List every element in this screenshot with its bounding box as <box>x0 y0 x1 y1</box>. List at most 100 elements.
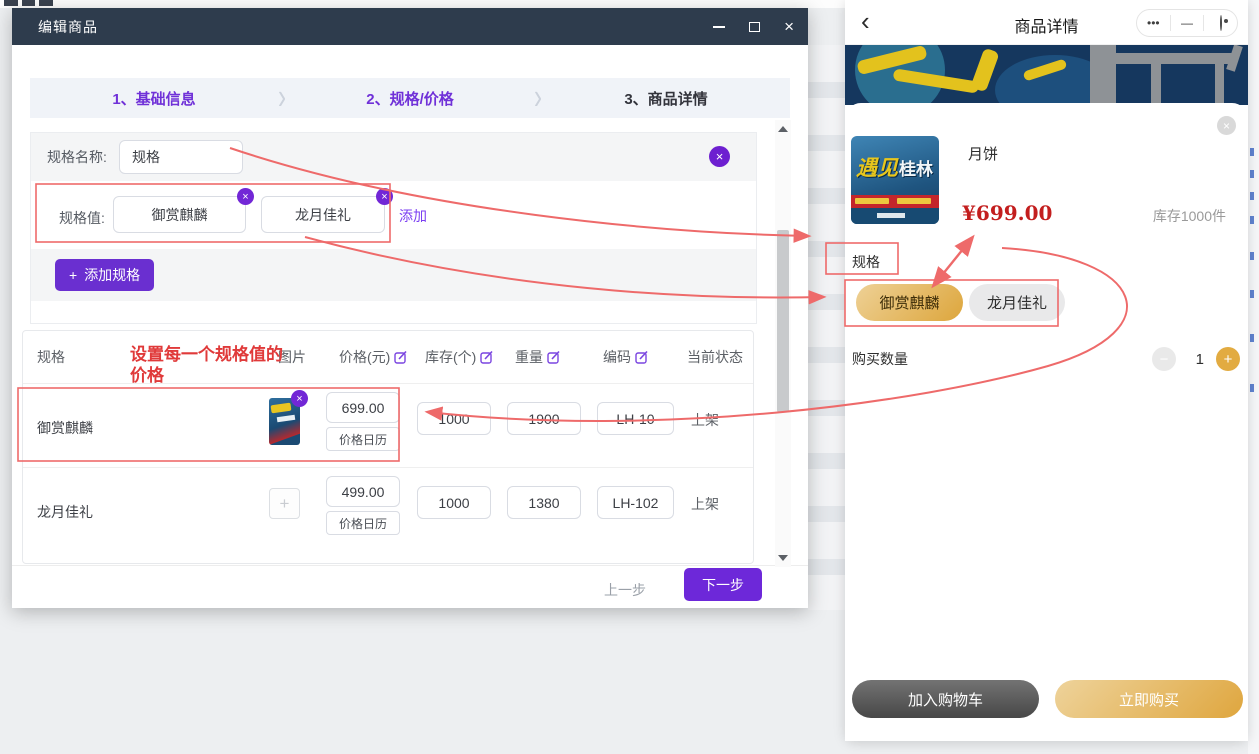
spec-values-row: 规格值: 御赏麒麟 × 龙月佳礼 × 添加 <box>31 181 756 249</box>
quantity-value: 1 <box>1196 351 1204 368</box>
maximize-icon[interactable] <box>749 22 760 32</box>
price-input[interactable]: 499.00 <box>326 476 400 507</box>
spec-value-input-1[interactable]: 御赏麒麟 <box>113 196 246 233</box>
add-value-link[interactable]: 添加 <box>399 206 427 226</box>
close-card-icon[interactable]: × <box>1217 116 1236 135</box>
remove-image-icon[interactable]: × <box>291 390 308 407</box>
product-stock: 库存1000件 <box>1153 206 1226 226</box>
weight-input[interactable]: 1380 <box>507 486 581 519</box>
tab-step-basic-info[interactable]: 1、基础信息 <box>30 88 278 109</box>
modal-title: 编辑商品 <box>38 17 98 37</box>
col-header-stock: 库存(个) <box>425 331 494 383</box>
minimize-icon[interactable] <box>713 26 725 28</box>
price-input[interactable]: 699.00 <box>326 392 400 423</box>
spec-name-input[interactable]: 规格 <box>119 140 243 174</box>
more-menu-icon[interactable]: ••• <box>1137 16 1170 30</box>
col-header-code: 编码 <box>603 331 649 383</box>
page-background-top <box>0 0 845 8</box>
chevron-right-icon: › <box>534 77 542 119</box>
thumb-red-strip <box>851 195 939 208</box>
exit-target-icon[interactable] <box>1204 16 1237 30</box>
quantity-plus-button[interactable]: + <box>1216 347 1240 371</box>
thumb-footer <box>851 208 939 224</box>
product-thumbnail: 遇见 桂林 <box>851 136 939 224</box>
scroll-down-icon[interactable] <box>778 555 788 561</box>
background-text-fragment <box>22 0 35 6</box>
phone-navbar: ‹ 商品详情 ••• — <box>845 0 1248 45</box>
mini-program-preview: ‹ 商品详情 ••• — × <box>845 0 1248 741</box>
spec-option-selected[interactable]: 御赏麒麟 <box>856 284 963 321</box>
spec-option[interactable]: 龙月佳礼 <box>969 284 1065 321</box>
add-spec-button-label: 添加规格 <box>84 265 140 285</box>
spec-value-label: 规格值: <box>59 208 105 228</box>
background-text-fragment <box>4 0 18 6</box>
next-step-button[interactable]: 下一步 <box>684 568 762 601</box>
modal-scrollbar[interactable] <box>775 120 791 567</box>
stock-input[interactable]: 1000 <box>417 486 491 519</box>
step-wizard: 1、基础信息 › 2、规格/价格 › 3、商品详情 <box>30 78 790 118</box>
quantity-minus-button[interactable]: − <box>1152 347 1176 371</box>
status-badge: 上架 <box>691 494 719 514</box>
miniprogram-capsule: ••• — <box>1136 9 1238 37</box>
chevron-right-icon: › <box>278 77 286 119</box>
edit-icon[interactable] <box>480 350 494 364</box>
background-table-stripes <box>808 45 845 610</box>
scrollbar-thumb[interactable] <box>777 230 789 412</box>
remove-value-icon[interactable]: × <box>376 188 393 205</box>
background-link-fragment <box>1250 334 1254 342</box>
close-icon[interactable]: × <box>784 18 794 35</box>
product-price: ¥699.00 <box>962 201 1052 225</box>
col-header-status: 当前状态 <box>687 331 743 383</box>
spec-value-input-2[interactable]: 龙月佳礼 <box>261 196 385 233</box>
product-card: × 遇见 桂林 月饼 ¥699.00 库存1000件 规格 御赏麒麟 龙月佳礼 … <box>845 103 1248 741</box>
background-link-fragment <box>1250 252 1254 260</box>
add-to-cart-button[interactable]: 加入购物车 <box>852 680 1039 718</box>
background-text-fragment <box>39 0 53 6</box>
edit-icon[interactable] <box>394 350 408 364</box>
spec-name-row: 规格名称: 规格 × <box>31 133 756 181</box>
background-link-fragment <box>1250 192 1254 200</box>
stock-input[interactable]: 1000 <box>417 402 491 435</box>
col-header-spec: 规格 <box>37 331 65 383</box>
modal-header[interactable]: 编辑商品 × <box>12 8 808 45</box>
background-link-fragment <box>1250 148 1254 156</box>
code-input[interactable]: LH-10 <box>597 402 674 435</box>
price-calendar-button[interactable]: 价格日历 <box>326 511 400 535</box>
add-spec-button[interactable]: + 添加规格 <box>55 259 154 291</box>
scroll-up-icon[interactable] <box>778 126 788 132</box>
edit-product-modal: 编辑商品 × 1、基础信息 › 2、规格/价格 › 3、商品详情 规格名称: 规… <box>12 8 808 608</box>
spec-label: 规格 <box>852 252 880 272</box>
buy-now-button[interactable]: 立即购买 <box>1055 680 1243 718</box>
window-controls: × <box>713 8 794 45</box>
background-link-fragment <box>1250 216 1254 224</box>
upload-image-button[interactable]: + <box>269 488 300 519</box>
screen: 编辑商品 × 1、基础信息 › 2、规格/价格 › 3、商品详情 规格名称: 规… <box>0 0 1259 754</box>
status-badge: 上架 <box>691 410 719 430</box>
weight-input[interactable]: 1900 <box>507 402 581 435</box>
product-banner-image <box>845 45 1248 105</box>
background-link-fragment <box>1250 384 1254 392</box>
quantity-label: 购买数量 <box>852 349 908 369</box>
tab-step-spec-price[interactable]: 2、规格/价格 <box>286 88 534 109</box>
edit-icon[interactable] <box>635 350 649 364</box>
spec-panel: 规格名称: 规格 × 规格值: 御赏麒麟 × 龙月佳礼 × 添加 + 添加规格 <box>30 132 757 324</box>
plus-icon: + <box>69 267 77 283</box>
price-calendar-button[interactable]: 价格日历 <box>326 427 400 451</box>
remove-value-icon[interactable]: × <box>237 188 254 205</box>
background-link-fragment <box>1250 170 1254 178</box>
col-header-weight: 重量 <box>515 331 561 383</box>
annotation-note: 设置每一个规格值的 价格 <box>130 344 283 386</box>
minimize-icon[interactable]: — <box>1171 16 1204 30</box>
edit-icon[interactable] <box>547 350 561 364</box>
page-right-strip <box>1248 0 1259 754</box>
row-spec-name: 龙月佳礼 <box>37 502 93 522</box>
footer-divider <box>12 565 808 566</box>
code-input[interactable]: LH-102 <box>597 486 674 519</box>
prev-step-button[interactable]: 上一步 <box>588 572 662 608</box>
remove-spec-icon[interactable]: × <box>709 146 730 167</box>
thumb-text: 桂林 <box>899 155 933 180</box>
thumb-text: 遇见 <box>856 152 898 182</box>
tab-step-product-detail[interactable]: 3、商品详情 <box>542 88 790 109</box>
background-link-fragment <box>1250 290 1254 298</box>
spec-name-label: 规格名称: <box>47 147 107 167</box>
